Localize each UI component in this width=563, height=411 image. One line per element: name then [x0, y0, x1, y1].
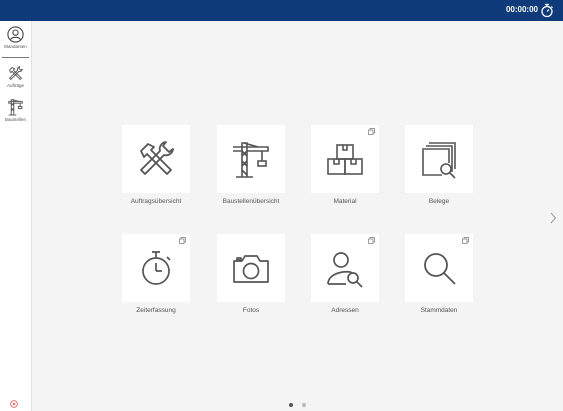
tile-card[interactable]: [311, 125, 379, 193]
tile-belege[interactable]: Belege: [405, 125, 473, 205]
sidebar-item-auftraege[interactable]: Aufträge: [0, 65, 31, 88]
tile-label: Material: [333, 198, 357, 205]
copy-badge-icon: [179, 237, 186, 244]
tile-card[interactable]: [217, 234, 285, 302]
sidebar: Mandanten Aufträge Baustellen: [0, 21, 32, 411]
documents-search-icon: [422, 142, 456, 179]
tile-label: Belege: [428, 198, 450, 205]
sidebar-item-mandanten[interactable]: Mandanten: [0, 26, 31, 49]
page-dot[interactable]: [302, 403, 307, 407]
sidebar-item-baustellen[interactable]: Baustellen: [0, 97, 31, 122]
tile-label: Auftragsübersicht: [130, 198, 182, 205]
tile-auftragsuebersicht[interactable]: Auftragsübersicht: [122, 125, 190, 205]
camera-icon: [233, 255, 269, 283]
tile-stammdaten[interactable]: Stammdaten: [405, 234, 473, 314]
close-circle-icon[interactable]: [10, 400, 18, 408]
copy-badge-icon: [462, 237, 469, 244]
crane-icon: [8, 99, 23, 116]
tile-card[interactable]: [405, 125, 473, 193]
tile-label: Adressen: [331, 307, 359, 314]
tile-zeiterfassung[interactable]: Zeiterfassung: [122, 234, 190, 314]
sidebar-item-label: Baustellen: [4, 117, 26, 122]
tile-card[interactable]: [311, 234, 379, 302]
tools-icon: [140, 141, 174, 175]
boxes-icon: [327, 144, 363, 175]
person-search-icon: [327, 252, 363, 288]
stopwatch-icon[interactable]: [540, 3, 554, 18]
tile-label: Fotos: [242, 307, 260, 314]
timer-display: 00:00:00: [505, 5, 538, 14]
tile-label: Baustellenübersicht: [222, 198, 280, 205]
sidebar-item-label: Aufträge: [6, 83, 24, 88]
active-indicator: [2, 57, 29, 58]
tile-label: Stammdaten: [420, 307, 458, 314]
copy-badge-icon: [368, 237, 375, 244]
crane-icon: [233, 142, 269, 178]
page-dot-active[interactable]: [289, 403, 293, 407]
sidebar-item-label: Mandanten: [4, 44, 27, 49]
tile-card[interactable]: [405, 234, 473, 302]
tile-material[interactable]: Material: [311, 125, 379, 205]
tools-icon: [9, 66, 23, 80]
user-circle-icon: [7, 26, 24, 43]
top-bar: 00:00:00: [0, 0, 563, 21]
tile-fotos[interactable]: Fotos: [217, 234, 285, 314]
chevron-right-icon[interactable]: [549, 212, 557, 224]
tile-card[interactable]: [122, 234, 190, 302]
tile-baustellenuebersicht[interactable]: Baustellenübersicht: [217, 125, 285, 205]
tile-adressen[interactable]: Adressen: [311, 234, 379, 314]
search-icon: [424, 253, 456, 285]
tile-card[interactable]: [122, 125, 190, 193]
stopwatch-icon: [142, 251, 171, 285]
tile-card[interactable]: [217, 125, 285, 193]
copy-badge-icon: [368, 128, 375, 135]
tile-label: Zeiterfassung: [136, 307, 176, 314]
page-indicator[interactable]: [289, 394, 311, 411]
